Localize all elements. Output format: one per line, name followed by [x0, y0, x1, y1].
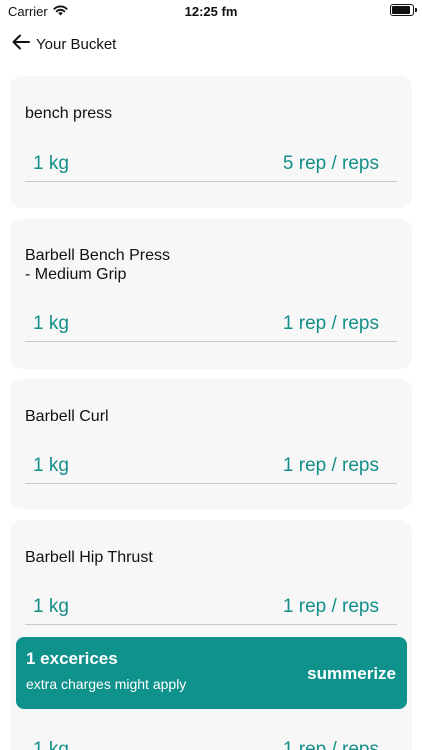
exercise-fields: 1 kg 1 rep / reps [25, 306, 397, 342]
back-button[interactable]: Your Bucket [12, 34, 116, 55]
exercise-name: Barbell Hip Thrust [25, 549, 153, 566]
charges-note: extra charges might apply [26, 676, 187, 692]
weight-value[interactable]: 1 kg [33, 739, 69, 750]
exercise-card[interactable]: Barbell Bench Press - Medium Grip 1 kg 1… [10, 219, 412, 369]
exercise-fields: 1 kg 5 rep / reps [25, 146, 397, 182]
weight-value[interactable]: 1 kg [33, 153, 69, 175]
status-bar: Carrier 12:25 fm [0, 0, 422, 24]
reps-value[interactable]: 1 rep / reps [283, 596, 379, 618]
summary-bar: 1 excerices extra charges might apply su… [16, 637, 407, 709]
exercise-card[interactable]: 1 kg 1 rep / reps [10, 720, 412, 750]
status-time: 12:25 fm [184, 4, 238, 19]
reps-value[interactable]: 1 rep / reps [283, 739, 379, 750]
exercise-name: Barbell Bench Press - Medium Grip [25, 247, 170, 283]
status-right [390, 4, 417, 16]
nav-title: Your Bucket [36, 35, 117, 53]
reps-value[interactable]: 5 rep / reps [283, 153, 379, 175]
battery-fill [392, 6, 410, 14]
exercise-fields: 1 kg 1 rep / reps [25, 448, 397, 484]
exercise-card[interactable]: Barbell Curl 1 kg 1 rep / reps [10, 379, 412, 509]
summarize-button[interactable]: summerize [307, 664, 396, 684]
exercise-card[interactable]: bench press 1 kg 5 rep / reps [10, 76, 412, 208]
battery-icon [390, 4, 417, 16]
weight-value[interactable]: 1 kg [33, 596, 69, 618]
exercise-count: 1 excerices [26, 649, 118, 668]
exercise-fields: 1 kg 1 rep / reps [25, 589, 397, 625]
reps-value[interactable]: 1 rep / reps [283, 455, 379, 477]
exercise-card[interactable]: Barbell Hip Thrust 1 kg 1 rep / reps [10, 520, 412, 750]
weight-value[interactable]: 1 kg [33, 313, 69, 335]
exercise-name: bench press [25, 105, 113, 122]
nav-bar: Your Bucket [0, 28, 422, 60]
arrow-left-icon [12, 34, 30, 55]
exercise-fields: 1 kg 1 rep / reps [25, 732, 397, 750]
exercise-name: Barbell Curl [25, 408, 109, 425]
reps-value[interactable]: 1 rep / reps [283, 313, 379, 335]
weight-value[interactable]: 1 kg [33, 455, 69, 477]
